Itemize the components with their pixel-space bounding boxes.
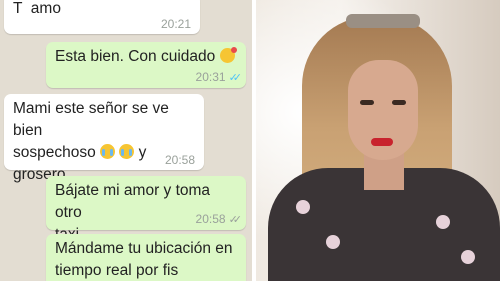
delivered-ticks-icon: ✓✓ bbox=[228, 214, 243, 226]
message-time: 20:58 bbox=[164, 153, 195, 167]
message-text-fragment: sospechoso bbox=[13, 144, 96, 161]
message-bubble-outgoing[interactable]: Esta bien. Con cuidado 20:31 ✓✓ bbox=[46, 42, 246, 88]
chat-panel: T amo 20:21 Esta bien. Con cuidado 20:31… bbox=[0, 0, 252, 281]
message-text-line: tiempo real por fis bbox=[55, 262, 179, 279]
shirt-flower-shape bbox=[436, 215, 450, 229]
eye-shape bbox=[392, 100, 406, 105]
message-text: T amo bbox=[13, 0, 61, 17]
message-text: Esta bien. Con cuidado bbox=[55, 48, 216, 65]
message-time: 20:58 bbox=[195, 212, 226, 226]
eye-shape bbox=[360, 100, 374, 105]
message-bubble-incoming[interactable]: T amo 20:21 bbox=[4, 0, 200, 34]
crying-emoji-icon bbox=[100, 144, 116, 159]
message-meta: 20:58 ✓✓ bbox=[195, 212, 243, 227]
read-ticks-icon: ✓✓ bbox=[228, 72, 243, 84]
message-time: 20:31 bbox=[195, 70, 226, 84]
message-bubble-outgoing[interactable]: Mándame tu ubicación en tiempo real por … bbox=[46, 234, 246, 281]
shirt-flower-shape bbox=[461, 250, 475, 264]
sunglasses-on-head bbox=[346, 14, 420, 28]
crying-emoji-icon bbox=[119, 144, 135, 159]
message-bubble-outgoing[interactable]: Bájate mi amor y toma otro taxi. 20:58✓✓ bbox=[46, 176, 246, 243]
message-bubble-incoming[interactable]: Mami este señor se ve bien sospechoso y … bbox=[4, 94, 204, 183]
message-text-line: Mándame tu ubicación en bbox=[55, 240, 233, 257]
shirt-flower-shape bbox=[296, 200, 310, 214]
message-text-line: Mami este señor se ve bien bbox=[13, 100, 169, 139]
selfie-photo bbox=[256, 0, 500, 281]
message-time: 20:21 bbox=[160, 17, 191, 31]
kiss-emoji-icon bbox=[219, 47, 237, 63]
shirt-flower-shape bbox=[326, 235, 340, 249]
message-text-fragment: y bbox=[138, 144, 147, 161]
lips-shape bbox=[371, 138, 393, 146]
message-meta: 20:31 ✓✓ bbox=[195, 70, 243, 85]
